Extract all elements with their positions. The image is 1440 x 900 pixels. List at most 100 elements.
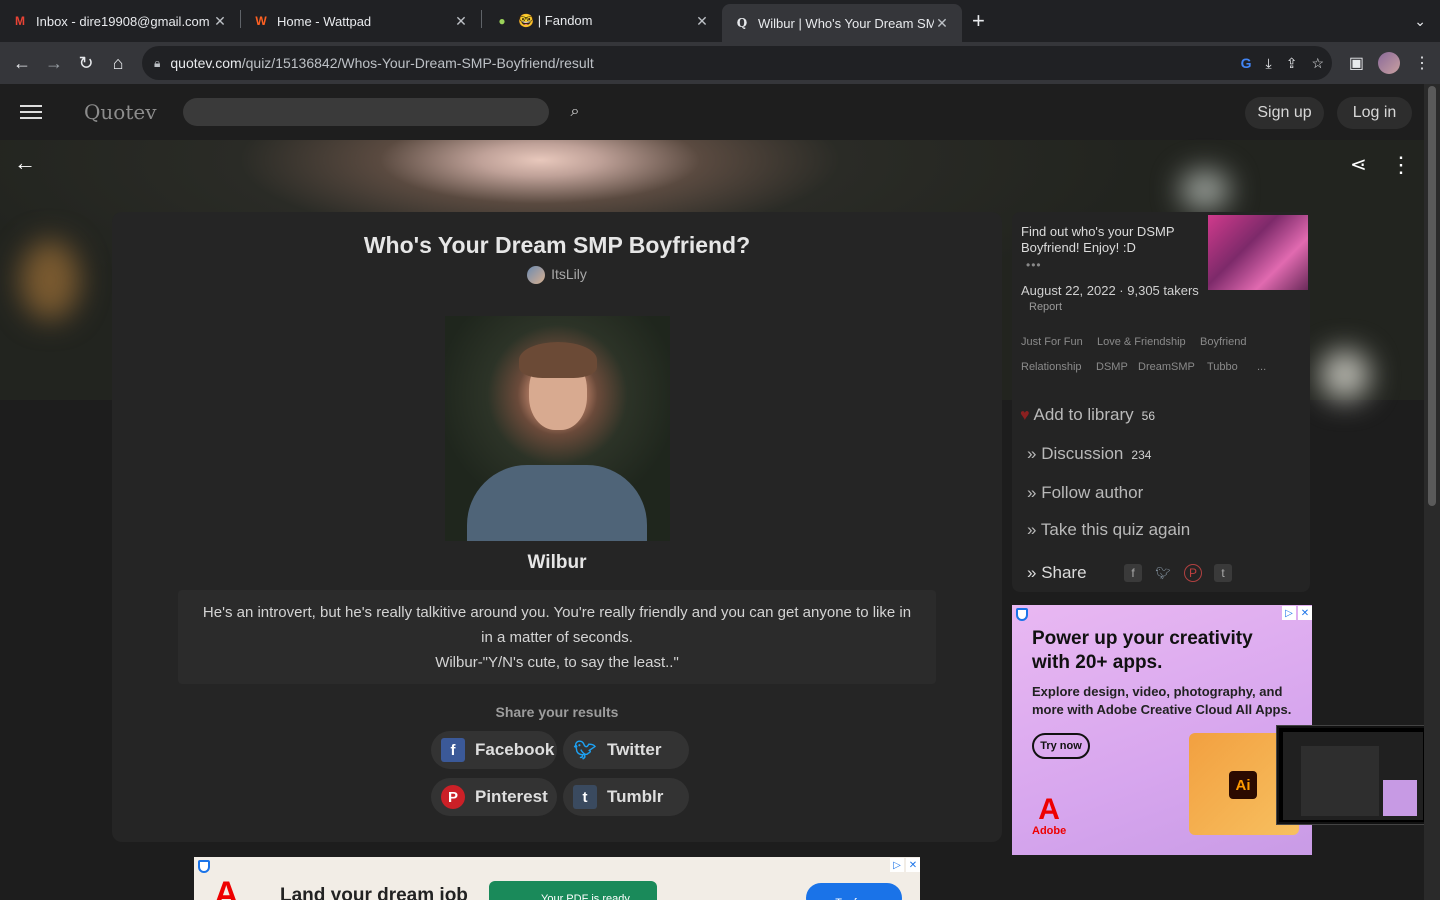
expand-blurb-button[interactable]: ••• [1026,258,1042,272]
share-tumblr-label: Tumblr [607,787,664,806]
address-bar[interactable]: 🔒︎ quotev.com/quiz/15136842/Whos-Your-Dr… [142,46,1332,80]
discussion-count: 234 [1131,448,1152,462]
share-page-icon[interactable]: ⇪ [1286,55,1298,72]
report-link[interactable]: Report [1029,301,1062,313]
photo-shirt [467,465,647,541]
adobe-ad[interactable]: ▷ ✕ Power up your creativity with 20+ app… [1012,605,1312,855]
log-in-button[interactable]: Log in [1337,97,1412,129]
photo-hair [519,342,597,378]
share-label-row: » Share [1027,563,1087,582]
share-results-heading: Share your results [495,704,619,720]
facebook-icon[interactable]: f [1124,564,1142,582]
tab-search-icon[interactable]: ⌄ [1414,13,1426,30]
ad-headline: Land your dream job [280,885,468,900]
tab-wattpad[interactable]: W Home - Wattpad ✕ [241,4,481,38]
ad-cta-button[interactable]: Try free [806,883,902,900]
url-text: quotev.com/quiz/15136842/Whos-Your-Dream… [170,55,593,71]
profile-avatar[interactable] [1378,52,1400,74]
tab-fandom[interactable]: ● 🤓 | Fandom ✕ [482,4,722,38]
add-to-library-button[interactable]: ♥ Add to library 56 [1020,405,1155,425]
more-tags-link[interactable]: ... [1257,361,1266,373]
scrollbar-thumb[interactable] [1428,86,1436,506]
install-icon[interactable]: ⤓ [1266,55,1272,72]
omnibox-actions: G ⤓ ⇪ ☆ [1241,55,1324,72]
tab-title: Wilbur | Who's Your Dream SMP [758,15,934,31]
tag-link[interactable]: Tubbo [1207,361,1238,373]
google-icon[interactable]: G [1241,55,1252,72]
site-logo[interactable]: Quotev [84,100,157,124]
quotev-icon: Q [736,16,748,30]
gmail-icon: M [15,14,25,28]
close-ad-icon[interactable]: ✕ [906,858,920,872]
pip-ad [1383,780,1417,816]
tab-gmail[interactable]: M Inbox - dire19908@gmail.com ✕ [0,4,240,38]
browser-tab-strip: M Inbox - dire19908@gmail.com ✕ W Home -… [0,0,1440,42]
adchoices-shield-icon[interactable] [198,860,210,873]
picture-in-picture-window[interactable] [1277,726,1427,824]
home-icon[interactable]: ⌂ [102,53,134,74]
close-tab-icon[interactable]: ✕ [934,15,950,32]
tab-quotev[interactable]: Q Wilbur | Who's Your Dream SMP ✕ [722,4,962,42]
adchoices-shield-icon[interactable] [1016,608,1028,621]
tag-link[interactable]: Just For Fun [1021,336,1083,348]
discussion-link[interactable]: » Discussion 234 [1027,444,1151,464]
share-twitter-button[interactable]: 🐦︎ Twitter [563,731,689,769]
search-icon[interactable]: ⌕ [571,103,580,121]
quiz-thumbnail [1208,215,1308,290]
share-facebook-button[interactable]: f Facebook [431,731,557,769]
wattpad-icon: W [255,14,267,28]
tag-link[interactable]: DreamSMP [1138,361,1195,373]
tag-link[interactable]: Boyfriend [1200,336,1246,348]
new-tab-icon[interactable]: + [972,8,985,34]
search-input[interactable] [182,98,549,126]
page-scrollbar[interactable] [1424,84,1440,900]
twitter-icon[interactable]: 🐦︎ [1154,564,1172,582]
tumblr-icon[interactable]: t [1214,564,1232,582]
url-path: /quiz/15136842/Whos-Your-Dream-SMP-Boyfr… [241,55,594,71]
bookmark-star-icon[interactable]: ☆ [1311,55,1324,72]
result-description: He's an introvert, but he's really talki… [178,590,936,684]
sign-up-button[interactable]: Sign up [1245,97,1324,129]
close-ad-icon[interactable]: ✕ [1298,606,1312,620]
adchoices-icon[interactable]: ▷ [1282,606,1296,620]
add-to-library-label: Add to library [1033,405,1134,424]
bottom-ad[interactable]: ▷ ✕ A Land your dream job Your PDF is rea… [194,857,920,900]
close-tab-icon[interactable]: ✕ [453,13,469,30]
reload-icon[interactable]: ↻ [70,53,102,74]
side-panel-icon[interactable]: ▣ [1349,53,1364,73]
back-icon[interactable]: ← [6,53,38,74]
author-line[interactable]: ItsLily [112,266,1002,285]
tag-link[interactable]: DSMP [1096,361,1128,373]
ad-pill: Your PDF is ready [489,881,657,900]
pinterest-icon[interactable]: P [1184,564,1202,582]
site-header: Quotev ⌕ Sign up Log in [0,84,1424,140]
author-avatar[interactable] [527,266,546,285]
adobe-logo-text: Adobe [1032,825,1067,837]
heart-icon: ♥ [1020,407,1030,424]
tag-link[interactable]: Love & Friendship [1097,336,1186,348]
follow-author-link[interactable]: » Follow author [1027,483,1143,503]
share-icon[interactable]: ⋖ [1350,152,1367,177]
close-tab-icon[interactable]: ✕ [694,13,710,30]
take-quiz-again-link[interactable]: » Take this quiz again [1027,520,1190,540]
hamburger-menu-icon[interactable] [20,101,42,123]
adchoices-icon[interactable]: ▷ [890,858,904,872]
browser-toolbar: ← → ↻ ⌂ 🔒︎ quotev.com/quiz/15136842/Whos… [0,42,1440,84]
share-twitter-label: Twitter [607,740,662,759]
author-name[interactable]: ItsLily [551,266,587,282]
share-pinterest-button[interactable]: P Pinterest [431,778,557,816]
forward-icon[interactable]: → [38,53,70,74]
tag-link[interactable]: Relationship [1021,361,1082,373]
lock-icon[interactable]: 🔒︎ [154,56,160,71]
share-tumblr-button[interactable]: t Tumblr [563,778,689,816]
tab-title: 🤓 | Fandom [518,13,593,28]
browser-menu-icon[interactable]: ⋮ [1414,53,1430,73]
ad-try-now-button[interactable]: Try now [1032,733,1090,759]
illustrator-icon: Ai [1229,771,1257,799]
close-tab-icon[interactable]: ✕ [212,13,228,30]
toolbar-right: ▣ ⋮ [1349,52,1430,74]
result-name: Wilbur [527,552,587,573]
back-arrow-icon[interactable]: ← [14,150,36,176]
more-options-icon[interactable]: ⋮ [1390,152,1412,178]
page-viewport: Quotev ⌕ Sign up Log in ← ⋖ ⋮ Who's Your… [0,84,1424,900]
